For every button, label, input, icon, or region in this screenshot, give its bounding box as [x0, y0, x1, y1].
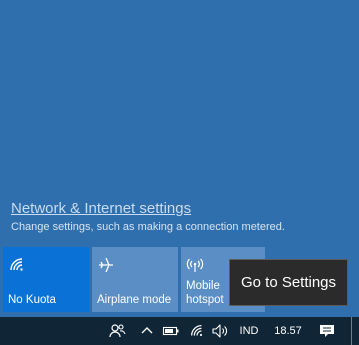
chevron-up-icon[interactable]	[138, 317, 156, 345]
wifi-tile[interactable]: No Kuota	[3, 247, 89, 312]
wifi-tile-label: No Kuota	[8, 294, 56, 306]
language-indicator[interactable]: IND	[234, 317, 264, 345]
volume-icon[interactable]	[209, 317, 231, 345]
notification-icon[interactable]	[314, 317, 340, 345]
wifi-tray-icon[interactable]	[187, 317, 207, 345]
mobile-hotspot-label: Mobile hotspot	[186, 279, 224, 307]
wifi-icon	[10, 258, 23, 271]
network-flyout: Network & Internet settings Change setti…	[0, 0, 359, 317]
people-icon[interactable]	[106, 317, 128, 345]
taskbar: IND 18.57	[0, 317, 359, 345]
clock[interactable]: 18.57	[268, 317, 308, 345]
settings-tooltip: Go to Settings	[229, 259, 348, 306]
hotspot-icon	[186, 258, 204, 272]
airplane-mode-tile[interactable]: Airplane mode	[92, 247, 178, 312]
airplane-mode-label: Airplane mode	[97, 294, 172, 306]
airplane-icon	[99, 257, 113, 273]
battery-icon[interactable]	[161, 317, 181, 345]
show-desktop-divider[interactable]	[351, 317, 352, 345]
network-settings-link[interactable]: Network & Internet settings	[11, 200, 191, 217]
mobile-hotspot-label-line2: hotspot	[186, 294, 224, 306]
mobile-hotspot-label-line1: Mobile	[186, 280, 220, 292]
network-settings-description: Change settings, such as making a connec…	[11, 221, 285, 233]
